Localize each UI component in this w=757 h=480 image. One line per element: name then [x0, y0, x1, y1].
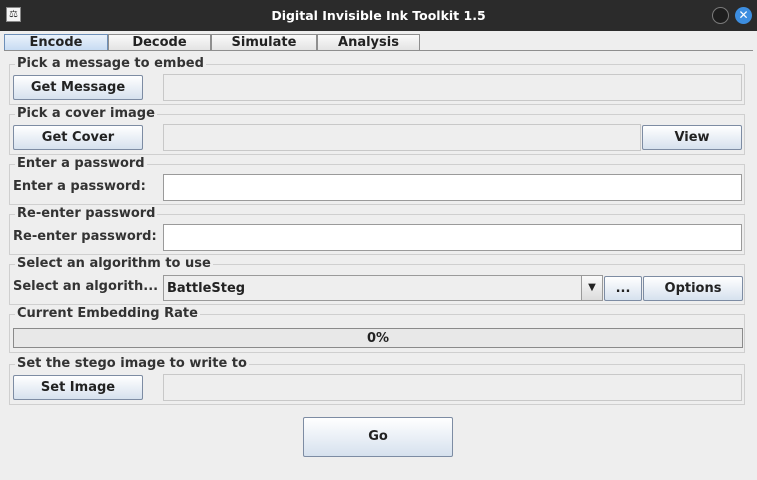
get-message-button[interactable]: Get Message	[13, 75, 143, 100]
password-group-title: Enter a password	[15, 156, 147, 171]
tab-divider	[4, 50, 753, 51]
reenter-group-title: Re-enter password	[15, 206, 158, 221]
tab-decode[interactable]: Decode	[108, 34, 211, 51]
reenter-password-label: Re-enter password:	[13, 229, 157, 244]
algorithm-group-title: Select an algorithm to use	[15, 256, 213, 271]
algorithm-select[interactable]: BattleSteg ▼	[163, 275, 603, 301]
go-button[interactable]: Go	[303, 417, 453, 457]
password-input[interactable]	[163, 174, 742, 201]
password-label: Enter a password:	[13, 179, 146, 194]
options-button[interactable]: Options	[643, 276, 743, 301]
set-image-button[interactable]: Set Image	[13, 375, 143, 400]
message-group-title: Pick a message to embed	[15, 56, 206, 71]
rate-group-title: Current Embedding Rate	[15, 306, 200, 321]
stego-group-title: Set the stego image to write to	[15, 356, 249, 371]
stego-path-field	[163, 374, 742, 401]
algorithm-label: Select an algorith...	[13, 279, 159, 294]
close-button[interactable]: ✕	[735, 7, 752, 24]
cover-path-field	[163, 124, 641, 151]
view-button[interactable]: View	[642, 125, 742, 150]
minimize-button[interactable]	[712, 7, 729, 24]
algorithm-selected-value: BattleSteg	[167, 281, 246, 296]
message-path-field	[163, 74, 742, 101]
tab-analysis[interactable]: Analysis	[317, 34, 420, 51]
get-cover-button[interactable]: Get Cover	[13, 125, 143, 150]
tab-simulate[interactable]: Simulate	[211, 34, 317, 51]
embedding-rate-progress: 0%	[13, 328, 743, 348]
progress-text: 0%	[366, 331, 390, 346]
algorithm-more-button[interactable]: ...	[604, 276, 642, 301]
reenter-password-input[interactable]	[163, 224, 742, 251]
cover-group-title: Pick a cover image	[15, 106, 157, 121]
chevron-down-icon[interactable]: ▼	[581, 276, 602, 300]
title-bar: ⚖ Digital Invisible Ink Toolkit 1.5 ✕	[0, 0, 757, 31]
tab-encode[interactable]: Encode	[4, 34, 108, 51]
window-title: Digital Invisible Ink Toolkit 1.5	[271, 8, 486, 23]
